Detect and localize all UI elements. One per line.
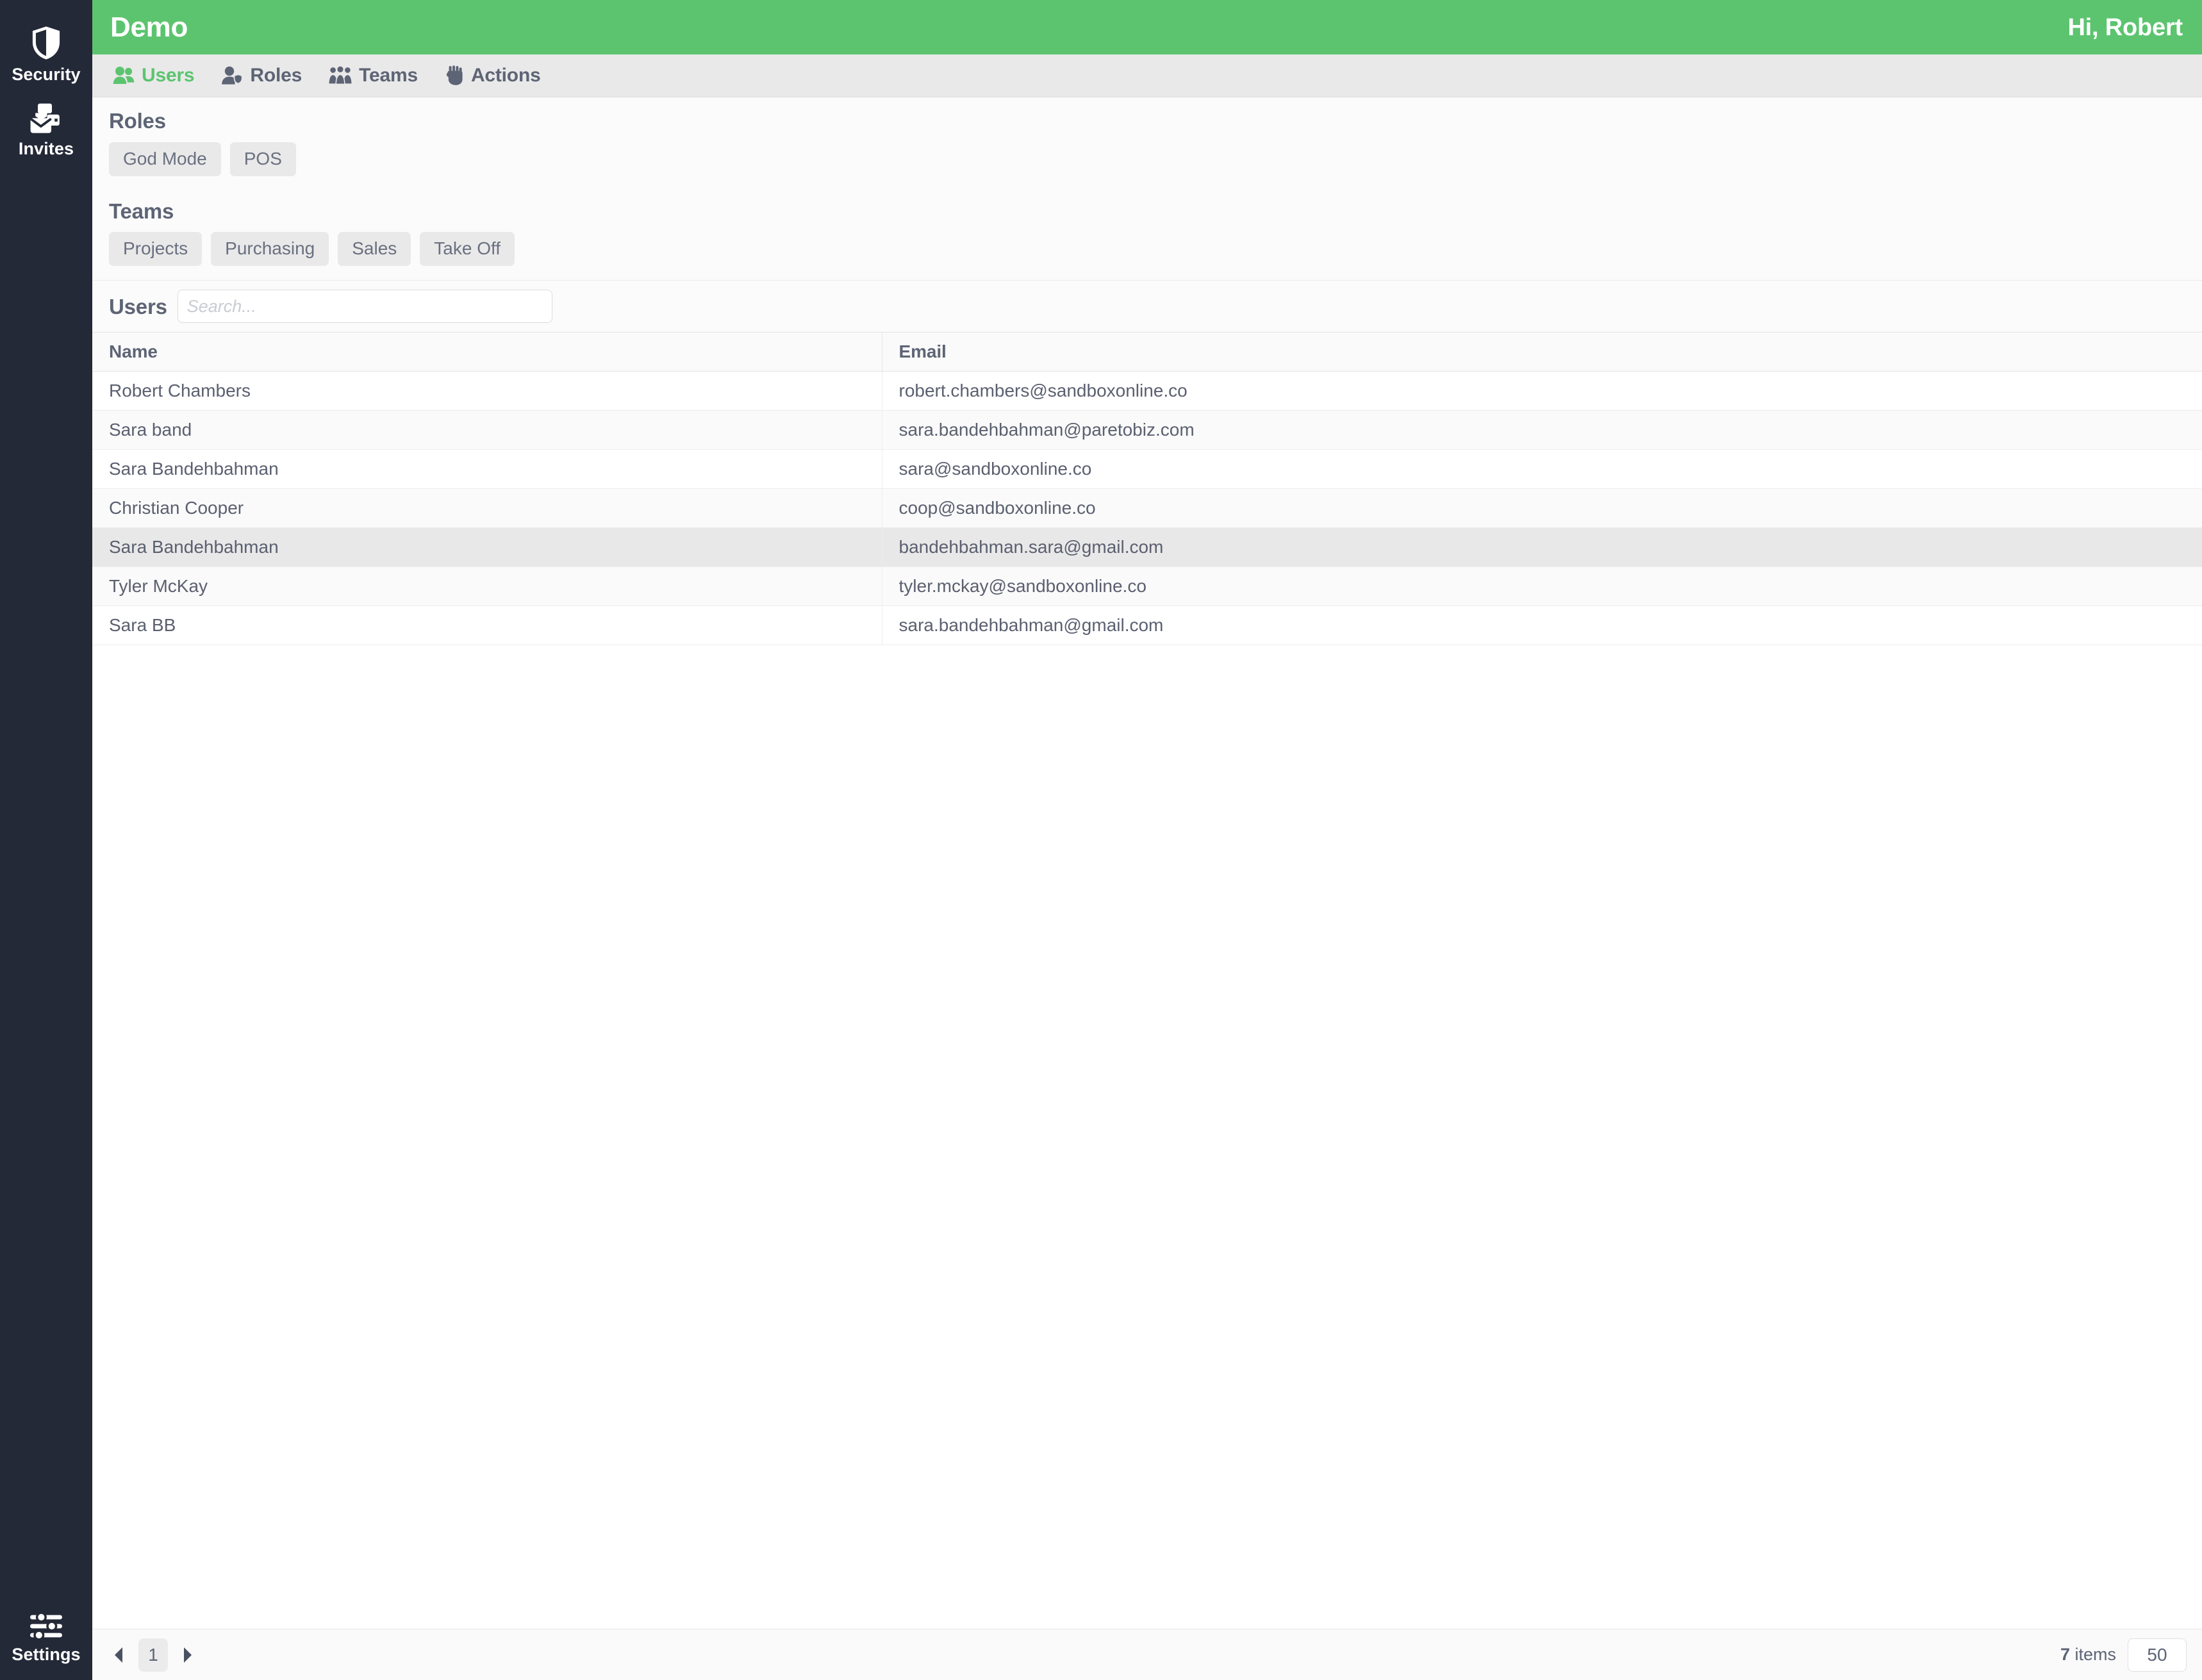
app-title: Demo [110, 11, 188, 43]
rail-label-security: Security [12, 65, 81, 84]
items-count-label: items [2069, 1645, 2116, 1664]
people-group-icon [329, 66, 352, 85]
sliders-icon [29, 1611, 63, 1641]
users-table-body: Robert Chambers robert.chambers@sandboxo… [92, 371, 2202, 646]
rail-label-invites: Invites [18, 139, 74, 158]
cell-email: tyler.mckay@sandboxonline.co [881, 566, 2202, 607]
column-header-email[interactable]: Email [881, 333, 2202, 372]
person-shield-icon [221, 66, 243, 85]
app-window: Security Invites Settings Demo Hi, Rober… [0, 0, 2202, 1680]
main-area: Demo Hi, Robert Users Roles Teams Action… [92, 0, 2202, 1680]
triangle-left-icon[interactable] [105, 1641, 132, 1669]
shield-icon [31, 26, 61, 60]
table-row[interactable]: Sara BB sara.bandehbahman@gmail.com [92, 605, 2202, 646]
pagination: 1 [105, 1638, 201, 1672]
two-people-icon [113, 66, 135, 85]
section-gap [92, 176, 2202, 188]
teams-section: Teams Projects Purchasing Sales Take Off [92, 187, 2202, 267]
tab-users[interactable]: Users [113, 65, 195, 86]
cell-email: bandehbahman.sara@gmail.com [881, 527, 2202, 568]
tab-label-roles: Roles [250, 65, 302, 86]
envelopes-icon [29, 103, 63, 135]
table-row[interactable]: Sara band sara.bandehbahman@paretobiz.co… [92, 410, 2202, 450]
team-chip-projects[interactable]: Projects [109, 232, 203, 267]
roles-section: Roles God Mode POS [92, 97, 2202, 176]
table-row[interactable]: Robert Chambers robert.chambers@sandboxo… [92, 371, 2202, 411]
items-count: 7 items [2060, 1646, 2116, 1663]
cell-name: Sara Bandehbahman [92, 527, 882, 568]
tab-roles[interactable]: Roles [221, 66, 302, 85]
users-toolbar: Users [92, 280, 2202, 333]
cell-name: Robert Chambers [92, 371, 882, 411]
cell-email: coop@sandboxonline.co [881, 488, 2202, 529]
cell-email: sara.bandehbahman@gmail.com [881, 605, 2202, 646]
cell-name: Sara BB [92, 605, 882, 646]
cell-email: robert.chambers@sandboxonline.co [881, 371, 2202, 411]
page-button-1[interactable]: 1 [138, 1638, 168, 1672]
rail-item-settings[interactable]: Settings [0, 1602, 92, 1680]
rail-label-settings: Settings [12, 1645, 81, 1664]
cell-name: Sara Bandehbahman [92, 449, 882, 490]
rail-item-invites[interactable]: Invites [0, 92, 92, 167]
table-row-highlighted[interactable]: Sara Bandehbahman bandehbahman.sara@gmai… [92, 527, 2202, 568]
tab-teams[interactable]: Teams [329, 66, 418, 85]
top-bar: Demo Hi, Robert [92, 0, 2202, 54]
team-chip-purchasing[interactable]: Purchasing [211, 232, 329, 267]
role-chip-god-mode[interactable]: God Mode [109, 142, 221, 176]
tab-label-actions: Actions [470, 65, 541, 86]
raised-fist-icon [445, 65, 464, 86]
tab-actions[interactable]: Actions [445, 65, 541, 86]
cell-name: Tyler McKay [92, 566, 882, 607]
page-size-input[interactable] [2128, 1638, 2187, 1672]
left-rail: Security Invites Settings [0, 0, 92, 1680]
roles-chip-row: God Mode POS [92, 134, 2202, 176]
users-table-head: Name Email [92, 333, 2202, 372]
user-greeting[interactable]: Hi, Robert [2067, 15, 2183, 40]
column-header-name[interactable]: Name [92, 333, 882, 372]
table-row[interactable]: Sara Bandehbahman sara@sandboxonline.co [92, 449, 2202, 490]
teams-heading: Teams [109, 199, 174, 223]
cell-name: Christian Cooper [92, 488, 882, 529]
items-count-number: 7 [2060, 1645, 2070, 1664]
tab-label-teams: Teams [359, 65, 418, 86]
table-row[interactable]: Tyler McKay tyler.mckay@sandboxonline.co [92, 566, 2202, 607]
footer-right: 7 items [2060, 1638, 2187, 1672]
team-chip-sales[interactable]: Sales [338, 232, 411, 267]
triangle-right-icon[interactable] [174, 1641, 201, 1669]
cell-name: Sara band [92, 410, 882, 450]
users-table-wrap: Name Email Robert Chambers robert.chambe… [92, 333, 2202, 1137]
search-input[interactable] [177, 290, 552, 324]
users-table: Name Email Robert Chambers robert.chambe… [92, 333, 2202, 646]
cell-email: sara@sandboxonline.co [881, 449, 2202, 490]
tab-strip: Users Roles Teams Actions [92, 54, 2202, 97]
rail-item-security[interactable]: Security [0, 15, 92, 92]
table-empty-space [92, 1137, 2202, 1629]
teams-chip-row: Projects Purchasing Sales Take Off [92, 224, 2202, 267]
team-chip-take-off[interactable]: Take Off [420, 232, 515, 267]
users-heading: Users [109, 294, 167, 318]
role-chip-pos[interactable]: POS [229, 142, 296, 176]
table-header-row: Name Email [92, 333, 2202, 372]
section-gap-2 [92, 266, 2202, 281]
table-row[interactable]: Christian Cooper coop@sandboxonline.co [92, 488, 2202, 529]
tab-label-users: Users [142, 65, 195, 86]
table-footer: 1 7 items [92, 1629, 2202, 1680]
content-area: Roles God Mode POS Teams Projects Purcha… [92, 97, 2202, 1680]
roles-heading: Roles [109, 109, 166, 133]
cell-email: sara.bandehbahman@paretobiz.com [881, 410, 2202, 450]
